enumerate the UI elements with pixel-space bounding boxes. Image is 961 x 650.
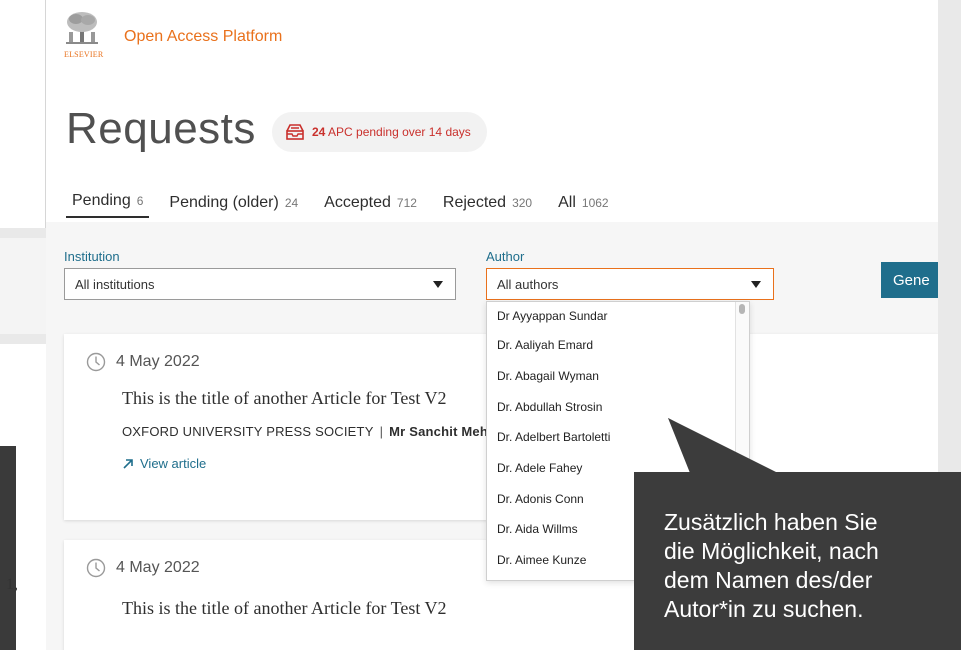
background-window-mid: [0, 238, 46, 334]
tab-label: Rejected: [442, 194, 507, 211]
view-article-link[interactable]: View article: [122, 456, 206, 471]
tooltip-line: dem Namen des/der: [664, 567, 873, 593]
view-article-label: View article: [140, 456, 207, 471]
tree-logo-icon: [66, 12, 98, 44]
institution-select-value: All institutions: [75, 276, 155, 292]
tab-count: 1062: [581, 196, 609, 210]
author-option[interactable]: Dr. Aaliyah Emard: [487, 330, 749, 361]
request-meta: OXFORD UNIVERSITY PRESS SOCIETY | Mr Sanch…: [122, 424, 488, 439]
background-window-dark: [0, 446, 16, 650]
clock-icon: [86, 558, 106, 578]
arrow-up-right-icon: [123, 458, 133, 469]
inbox-icon: [286, 124, 304, 140]
request-date: 4 May 2022: [86, 558, 200, 578]
status-tabs: Pending 6 Pending (older) 24 Accepted 71…: [66, 192, 615, 218]
tab-rejected[interactable]: Rejected 320: [437, 194, 538, 218]
logo-wordmark: ELSEVIER: [64, 50, 104, 59]
institution-select[interactable]: All institutions: [64, 268, 456, 300]
scrollbar-thumb[interactable]: [739, 304, 745, 314]
tab-count: 712: [396, 196, 417, 210]
tooltip-line: die Möglichkeit, nach: [664, 538, 879, 564]
tab-label: Pending: [72, 192, 131, 209]
request-date-text: 4 May 2022: [116, 559, 200, 576]
tutorial-tooltip: Zusätzlich haben Sie die Möglichkeit, na…: [634, 472, 961, 650]
generate-button[interactable]: Gene: [881, 262, 938, 298]
badge-text: 24 APC pending over 14 days: [312, 125, 471, 139]
author-option[interactable]: Dr. Adelbert Bartoletti: [487, 422, 749, 453]
tab-all[interactable]: All 1062: [552, 194, 614, 218]
institution-filter-label: Institution: [64, 249, 120, 264]
tab-pending-older[interactable]: Pending (older) 24: [163, 194, 304, 218]
tab-label: All: [558, 194, 576, 211]
tooltip-line: Zusätzlich haben Sie: [664, 509, 878, 535]
author-option[interactable]: Dr. Abagail Wyman: [487, 361, 749, 392]
request-date: 4 May 2022: [86, 352, 200, 372]
background-window-top: [0, 0, 46, 228]
request-author: Mr Sanchit Meh: [389, 424, 489, 439]
tab-count: 320: [512, 196, 533, 210]
tab-label: Accepted: [324, 194, 391, 211]
clock-icon: [86, 352, 106, 372]
meta-separator: |: [379, 424, 384, 439]
tab-pending[interactable]: Pending 6: [66, 192, 150, 218]
request-title: This is the title of another Article for…: [122, 388, 447, 408]
request-title: This is the title of another Article for…: [122, 598, 447, 618]
tab-label: Pending (older): [169, 194, 279, 211]
platform-name[interactable]: Open Access Platform: [124, 28, 282, 46]
author-option[interactable]: Dr. Abdullah Strosin: [487, 391, 749, 422]
author-option[interactable]: Dr Ayyappan Sundar: [487, 302, 749, 330]
badge-label: APC pending over 14 days: [325, 125, 471, 139]
caret-down-icon: [751, 281, 761, 288]
pending-apc-badge[interactable]: 24 APC pending over 14 days: [272, 112, 487, 152]
page-title: Requests: [66, 104, 256, 153]
tab-count: 6: [136, 194, 144, 208]
author-filter-label: Author: [486, 249, 525, 264]
request-society: OXFORD UNIVERSITY PRESS SOCIETY: [122, 424, 374, 439]
badge-count: 24: [312, 125, 326, 139]
author-select-value: All authors: [497, 276, 559, 292]
background-glyph: 1,: [6, 576, 18, 593]
tab-accepted[interactable]: Accepted 712: [318, 194, 423, 218]
caret-down-icon: [433, 281, 443, 288]
tab-count: 24: [284, 196, 299, 210]
author-select[interactable]: All authors: [486, 268, 774, 300]
elsevier-logo[interactable]: ELSEVIER: [64, 10, 110, 62]
request-date-text: 4 May 2022: [116, 353, 200, 370]
tooltip-line: Autor*in zu suchen.: [664, 596, 864, 622]
